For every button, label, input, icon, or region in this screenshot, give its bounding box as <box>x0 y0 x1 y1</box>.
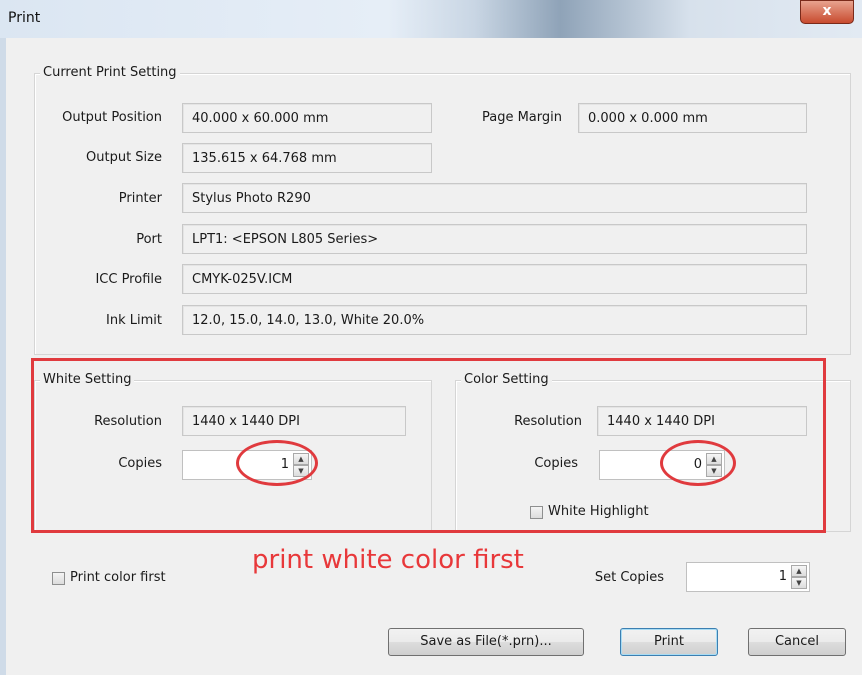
output-position-label: Output Position <box>62 110 162 125</box>
annotation-circle-color-copies <box>660 440 736 486</box>
output-size-label: Output Size <box>86 150 162 165</box>
spin-down-icon[interactable]: ▼ <box>791 577 807 589</box>
page-margin-label: Page Margin <box>481 110 562 125</box>
port-label: Port <box>136 232 162 247</box>
icc-profile-field: CMYK-025V.ICM <box>182 264 807 294</box>
cancel-button[interactable]: Cancel <box>748 628 846 656</box>
ink-limit-label: Ink Limit <box>106 313 162 328</box>
close-button[interactable]: x <box>800 0 854 24</box>
port-field: LPT1: <EPSON L805 Series> <box>182 224 807 254</box>
annotation-circle-white-copies <box>236 440 318 486</box>
printer-label: Printer <box>118 191 162 206</box>
print-color-first-checkbox[interactable] <box>52 572 65 585</box>
printer-field: Stylus Photo R290 <box>182 183 807 213</box>
icc-profile-label: ICC Profile <box>95 272 162 287</box>
print-button[interactable]: Print <box>620 628 718 656</box>
current-print-setting-label: Current Print Setting <box>40 65 180 80</box>
set-copies-stepper[interactable]: 1 ▲ ▼ <box>686 562 810 592</box>
ink-limit-field: 12.0, 15.0, 14.0, 13.0, White 20.0% <box>182 305 807 335</box>
output-position-field: 40.000 x 60.000 mm <box>182 103 432 133</box>
print-color-first-label: Print color first <box>70 570 166 585</box>
output-size-field: 135.615 x 64.768 mm <box>182 143 432 173</box>
page-margin-field: 0.000 x 0.000 mm <box>578 103 807 133</box>
set-copies-spin-buttons: ▲ ▼ <box>791 565 807 589</box>
title-bar: Print x <box>0 0 862 38</box>
set-copies-label: Set Copies <box>594 570 664 585</box>
set-copies-value: 1 <box>778 569 787 584</box>
close-icon: x <box>822 3 832 19</box>
annotation-text: print white color first <box>252 545 524 575</box>
spin-up-icon[interactable]: ▲ <box>791 565 807 577</box>
window-title: Print <box>8 10 41 26</box>
save-as-file-button[interactable]: Save as File(*.prn)... <box>388 628 584 656</box>
